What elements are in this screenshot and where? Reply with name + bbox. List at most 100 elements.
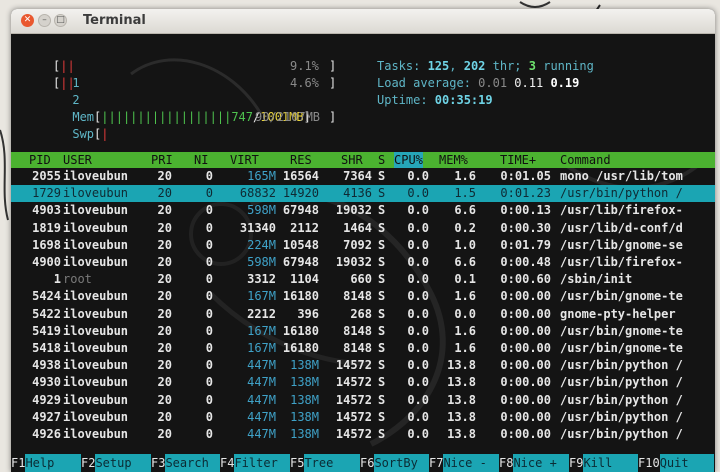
fkey-quit[interactable]: F10Quit (638, 454, 714, 472)
cell-ni: 0 (205, 169, 213, 183)
table-row[interactable]: 4929 iloveubun 20 0 447M 138M 14572 S 0.0 13.8 0:0… (11, 392, 715, 409)
cell-virt: 31340 (239, 220, 276, 235)
cell-s: S (378, 409, 386, 424)
cell-mem: 13.8 (447, 358, 476, 373)
swap-meter: Swp[| (72, 127, 109, 141)
cell-cmd: /usr/bin/gnome-te (560, 323, 683, 338)
cell-res: 16180 (282, 341, 319, 355)
fkey-label: Filter (234, 454, 291, 472)
table-row[interactable]: 4930 iloveubun 20 0 447M 138M 14572 S 0.0 13.8 0:0… (11, 374, 715, 391)
col-state[interactable]: S (378, 152, 385, 168)
table-row[interactable]: 4938 iloveubun 20 0 447M 138M 14572 S 0.0 13.8 0:0… (11, 357, 715, 374)
fkey-key: F5 (290, 456, 305, 470)
fkey-key: F3 (151, 456, 166, 470)
fkey-label: Nice - (443, 454, 500, 472)
cell-mem: 1.5 (454, 186, 476, 201)
threads-count: 202 (463, 59, 486, 73)
load-15min: 0.19 (550, 76, 580, 90)
col-command[interactable]: Command (560, 152, 611, 168)
fkey-nice[interactable]: F7Nice - (429, 454, 500, 472)
fkey-sortby[interactable]: F6SortBy (360, 454, 430, 472)
col-shr[interactable]: SHR (341, 152, 363, 168)
table-row-selected[interactable]: 1729 iloveubun 20 0 68832 14920 4136 S 0.0 1.5 0:0… (11, 185, 715, 203)
cpu1-bracket: ] (329, 59, 337, 73)
col-pri[interactable]: PRI (151, 152, 173, 168)
table-row[interactable]: 1819 iloveubun 20 0 31340 2112 1464 S 0.0 0.2 0:00… (11, 220, 715, 237)
col-ni[interactable]: NI (194, 152, 208, 168)
cell-s: S (378, 323, 386, 338)
table-row[interactable]: 5422 iloveubun 20 0 2212 396 268 S 0.0 0.0 0:00.00… (11, 306, 715, 323)
cell-cmd: /usr/lib/gnome-se (560, 237, 683, 252)
cell-mem: 1.6 (454, 323, 476, 338)
cell-mem: 1.0 (454, 237, 476, 252)
maximize-icon[interactable]: □ (54, 14, 67, 27)
fkey-setup[interactable]: F2Setup (81, 454, 152, 472)
fkey-nice[interactable]: F8Nice + (499, 454, 570, 472)
fkey-filter[interactable]: F4Filter (220, 454, 291, 472)
mem-used: 747 (231, 110, 254, 124)
cell-pid: 5422 (32, 306, 61, 321)
cell-cpu: 0.0 (407, 255, 429, 269)
terminal-area[interactable]: 1 [|| 9.1% ] 2 [|| 4.6% ] Mem[||||||||||… (11, 34, 715, 472)
cpu2-bar: [|| (53, 76, 75, 90)
fkey-tree[interactable]: F5Tree (290, 454, 361, 472)
cell-pri: 20 (157, 341, 172, 355)
col-cpu[interactable]: CPU% (394, 152, 423, 168)
cell-cmd: /usr/bin/python / (560, 375, 683, 390)
cell-s: S (378, 272, 386, 287)
table-row[interactable]: 1698 iloveubun 20 0 224M 10548 7092 S 0.0 1.0 0:01… (11, 237, 715, 254)
cell-cpu: 0.0 (407, 169, 429, 183)
minimize-icon[interactable]: – (38, 14, 51, 27)
cell-user: iloveubun (63, 220, 129, 235)
cell-pri: 20 (157, 272, 172, 287)
fkey-search[interactable]: F3Search (151, 454, 221, 472)
fkey-help[interactable]: F1Help (11, 454, 82, 472)
cell-res: 14920 (282, 186, 319, 201)
cpu1-bar-fill: || (60, 59, 75, 73)
cell-virt: 598M (247, 203, 276, 218)
cell-pid: 4929 (32, 392, 61, 407)
cpu2-bracket: ] (329, 76, 337, 90)
table-row[interactable]: 4927 iloveubun 20 0 447M 138M 14572 S 0.0 13.8 0:0… (11, 409, 715, 426)
col-time[interactable]: TIME+ (500, 152, 536, 168)
cell-pid: 4927 (32, 409, 61, 424)
cell-shr: 660 (350, 272, 372, 287)
cell-shr: 19032 (335, 203, 372, 218)
col-pid[interactable]: PID (29, 152, 51, 168)
cell-pri: 20 (157, 220, 172, 235)
table-row[interactable]: 4926 iloveubun 20 0 447M 138M 14572 S 0.0 13.8 0:0… (11, 426, 715, 443)
table-row[interactable]: 4903 iloveubun 20 0 598M 67948 19032 S 0.0 6.6 0:0… (11, 202, 715, 219)
cell-ni: 0 (205, 409, 213, 424)
table-row[interactable]: 5418 iloveubun 20 0 167M 16180 8148 S 0.0 1.6 0:00… (11, 340, 715, 357)
table-row[interactable]: 2055 iloveubun 20 0 165M 16564 7364 S 0.0 1.6 0:01… (11, 168, 715, 185)
cell-res: 138M (290, 409, 319, 424)
cell-ni: 0 (205, 272, 213, 287)
table-row[interactable]: 5424 iloveubun 20 0 167M 16180 8148 S 0.0 1.6 0:00… (11, 288, 715, 305)
process-table-header[interactable]: PID USER PRI NI VIRT RES SHR S CPU% MEM%… (11, 152, 715, 168)
cell-cmd: /usr/bin/gnome-te (560, 289, 683, 304)
cell-virt: 167M (247, 289, 276, 304)
cpu1-percent: 9.1% (290, 59, 319, 73)
cell-user: iloveubun (63, 427, 129, 441)
close-icon[interactable]: ✕ (21, 14, 34, 27)
col-mem[interactable]: MEM% (439, 152, 468, 168)
title-bar[interactable]: ✕ – □ Terminal (11, 9, 715, 34)
cell-user: iloveubun (63, 186, 129, 201)
cell-shr: 14572 (335, 427, 372, 441)
col-res[interactable]: RES (290, 152, 312, 168)
table-row[interactable]: 5419 iloveubun 20 0 167M 16180 8148 S 0.0 1.6 0:00… (11, 323, 715, 340)
cell-ni: 0 (205, 255, 213, 269)
cell-user: iloveubun (63, 203, 129, 218)
table-row[interactable]: 4900 iloveubun 20 0 598M 67948 19032 S 0.0 6.6 0:0… (11, 254, 715, 271)
fkey-kill[interactable]: F9Kill (569, 454, 639, 472)
cell-pid: 5418 (32, 341, 61, 355)
col-virt[interactable]: VIRT (230, 152, 259, 168)
cell-user: iloveubun (63, 255, 129, 269)
col-user[interactable]: USER (63, 152, 92, 168)
cell-shr: 14572 (335, 409, 372, 424)
cell-s: S (378, 169, 386, 183)
cell-mem: 0.2 (454, 220, 476, 235)
cell-pid: 5424 (32, 289, 61, 304)
table-row[interactable]: 1 root 20 0 3312 1104 660 S 0.0 0.1 0:00.60/sbin/i… (11, 271, 715, 288)
fkey-key: F10 (638, 456, 660, 470)
